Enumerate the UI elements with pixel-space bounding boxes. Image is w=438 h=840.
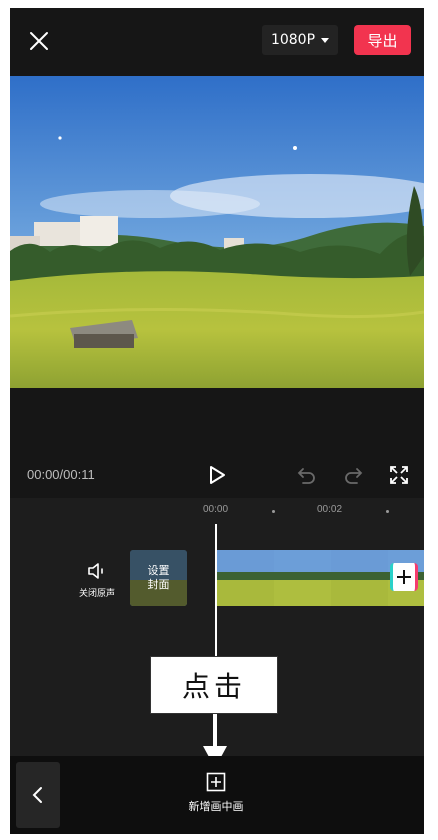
app-screen: 1080P 导出 00:00/00:11 00:00 00:02 关闭原声 设置… — [10, 8, 424, 834]
redo-button[interactable] — [342, 464, 364, 486]
timecode: 00:00/00:11 — [27, 467, 95, 482]
add-picture-in-picture-button[interactable]: 新增画中画 — [178, 772, 254, 824]
chevron-left-icon — [32, 787, 42, 803]
set-cover-button[interactable]: 设置 封面 — [130, 550, 187, 606]
fullscreen-icon — [390, 466, 408, 484]
time-tick: 00:00 — [203, 504, 229, 515]
pip-label: 新增画中画 — [188, 800, 244, 813]
play-icon — [210, 466, 225, 484]
export-button[interactable]: 导出 — [354, 25, 411, 55]
time-tick: 00:02 — [317, 504, 343, 515]
add-clip-button[interactable] — [390, 563, 418, 591]
bottom-toolbar: 新增画中画 — [10, 756, 424, 834]
close-button[interactable] — [26, 28, 52, 54]
undo-icon — [297, 468, 315, 484]
fullscreen-button[interactable] — [388, 464, 410, 486]
undo-button[interactable] — [296, 464, 318, 486]
cover-label: 设置 封面 — [130, 550, 187, 606]
plus-icon — [397, 570, 411, 584]
tick-dot — [272, 510, 275, 513]
video-preview[interactable] — [10, 76, 424, 388]
mute-original-audio-button[interactable]: 关闭原声 — [62, 560, 132, 610]
speaker-icon — [88, 563, 103, 579]
play-button[interactable] — [206, 464, 228, 486]
resolution-label: 1080P — [270, 32, 316, 48]
mute-label: 关闭原声 — [78, 589, 115, 599]
back-button[interactable] — [16, 762, 60, 828]
caret-down-icon — [321, 37, 330, 43]
close-icon — [30, 32, 48, 50]
resolution-dropdown[interactable]: 1080P — [262, 25, 338, 55]
tick-dot — [386, 510, 389, 513]
annotation-label: 点击 — [150, 656, 278, 714]
add-square-icon — [206, 772, 226, 792]
redo-icon — [345, 468, 363, 484]
